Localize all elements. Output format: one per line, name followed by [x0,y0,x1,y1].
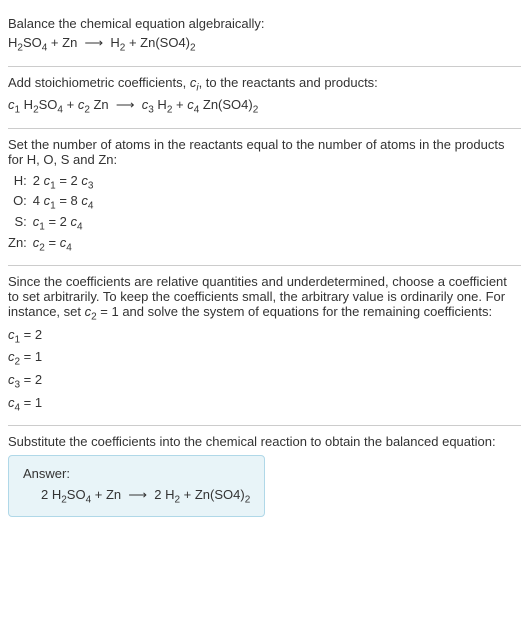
element-equation: 2 c1 = 2 c3 [33,173,100,194]
answer-intro: Substitute the coefficients into the che… [8,434,521,449]
balance-table: H: 2 c1 = 2 c3 O: 4 c1 = 8 c4 S: c1 = 2 … [8,173,99,255]
element-equation: c2 = c4 [33,235,100,256]
table-row: O: 4 c1 = 8 c4 [8,193,99,214]
section-solve: Since the coefficients are relative quan… [8,266,521,426]
table-row: Zn: c2 = c4 [8,235,99,256]
coeff-equation: c1 H2SO4 + c2 Zn ⟶ c3 H2 + c4 Zn(SO4)2 [8,97,521,116]
element-label: Zn: [8,235,33,256]
problem-equation: H2SO4 + Zn ⟶ H2 + Zn(SO4)2 [8,35,521,54]
answer-equation: 2 H2SO4 + Zn ⟶ 2 H2 + Zn(SO4)2 [23,487,250,506]
element-label: O: [8,193,33,214]
element-equation: 4 c1 = 8 c4 [33,193,100,214]
table-row: S: c1 = 2 c4 [8,214,99,235]
solve-line: c3 = 2 [8,372,521,391]
solve-line: c2 = 1 [8,349,521,368]
balance-intro: Set the number of atoms in the reactants… [8,137,521,167]
solve-line: c1 = 2 [8,327,521,346]
solve-line: c4 = 1 [8,395,521,414]
section-atom-balance: Set the number of atoms in the reactants… [8,129,521,266]
answer-box: Answer: 2 H2SO4 + Zn ⟶ 2 H2 + Zn(SO4)2 [8,455,265,517]
section-add-coefficients: Add stoichiometric coefficients, ci, to … [8,67,521,129]
table-row: H: 2 c1 = 2 c3 [8,173,99,194]
solve-intro: Since the coefficients are relative quan… [8,274,521,323]
element-label: H: [8,173,33,194]
element-label: S: [8,214,33,235]
element-equation: c1 = 2 c4 [33,214,100,235]
coeff-intro: Add stoichiometric coefficients, ci, to … [8,75,521,94]
answer-label: Answer: [23,466,250,481]
section-problem: Balance the chemical equation algebraica… [8,8,521,67]
problem-intro: Balance the chemical equation algebraica… [8,16,521,31]
section-answer: Substitute the coefficients into the che… [8,426,521,525]
